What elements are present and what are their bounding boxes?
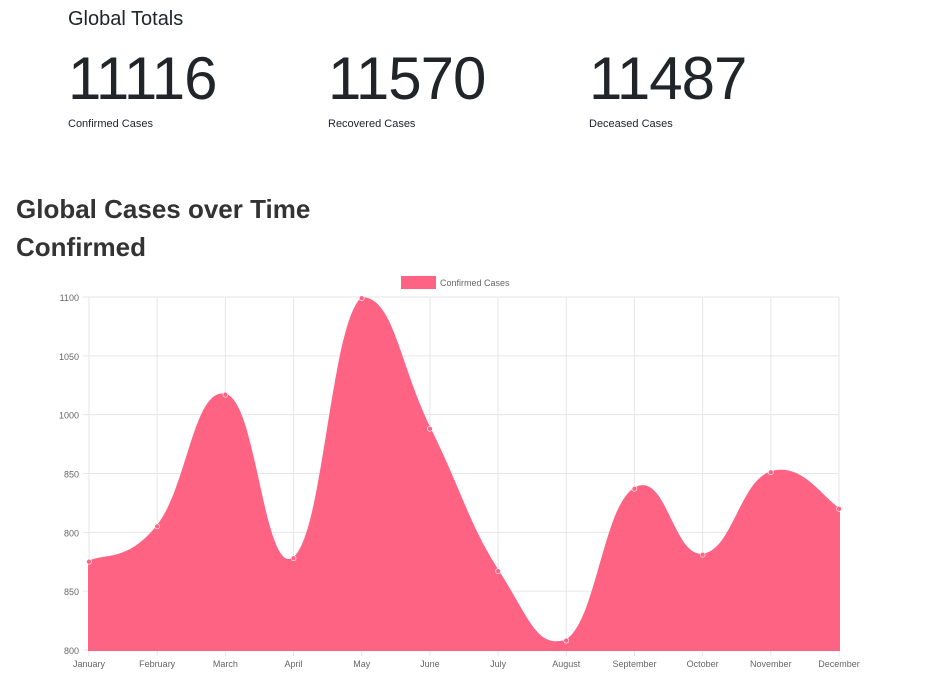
y-tick-label: 1050 [59,352,79,362]
data-point [290,555,297,562]
confirmed-stat: 11116 Confirmed Cases [68,45,288,131]
x-tick-label: January [73,659,106,669]
data-point [154,523,160,530]
x-tick-label: December [818,659,860,669]
data-point [86,558,92,565]
deceased-stat: 11487 Deceased Cases [589,45,809,131]
y-tick-label: 800 [64,646,79,656]
confirmed-count: 11116 [68,45,218,112]
x-tick-label: July [490,659,507,669]
data-point [768,469,774,476]
deceased-label: Deceased Cases [589,118,673,130]
confirmed-label: Confirmed Cases [68,118,153,130]
recovered-label: Recovered Cases [328,118,416,130]
data-point [836,506,842,512]
x-tick-label: October [687,659,719,669]
data-point [563,637,570,644]
x-tick-label: August [552,659,581,669]
totals-title: Global Totals [68,8,184,30]
legend-swatch [401,276,436,289]
y-tick-label: 800 [64,528,79,538]
data-point [427,425,433,432]
x-tick-label: March [213,659,238,669]
section-subtitle: Confirmed [16,232,146,262]
x-tick-label: June [420,659,440,669]
section-heading: Global Cases over Time Confirmed [16,190,310,266]
y-tick-label: 1100 [60,293,79,303]
x-tick-label: April [285,659,303,669]
data-point [699,551,706,558]
x-tick-label: May [353,659,371,669]
y-tick-label: 850 [64,470,79,480]
x-tick-label: February [139,659,176,669]
y-tick-label: 1000 [59,411,79,421]
recovered-count: 11570 [328,45,486,112]
series-area [88,297,840,651]
cases-chart-svg: 800 850 800 850 1000 1050 1100 January February M… [59,276,860,669]
data-point [358,295,365,301]
x-tick-label: November [750,659,792,669]
y-tick-label: 850 [64,587,79,597]
cases-chart: 800 850 800 850 1000 1050 1100 January February M… [0,268,943,680]
x-tick-label: September [612,659,656,669]
data-point [631,485,638,492]
recovered-stat: 11570 Recovered Cases [328,45,548,131]
legend-label: Confirmed Cases [440,278,510,288]
deceased-count: 11487 [589,45,747,112]
data-point [222,391,229,398]
section-title: Global Cases over Time [16,194,311,224]
data-point [495,568,501,574]
